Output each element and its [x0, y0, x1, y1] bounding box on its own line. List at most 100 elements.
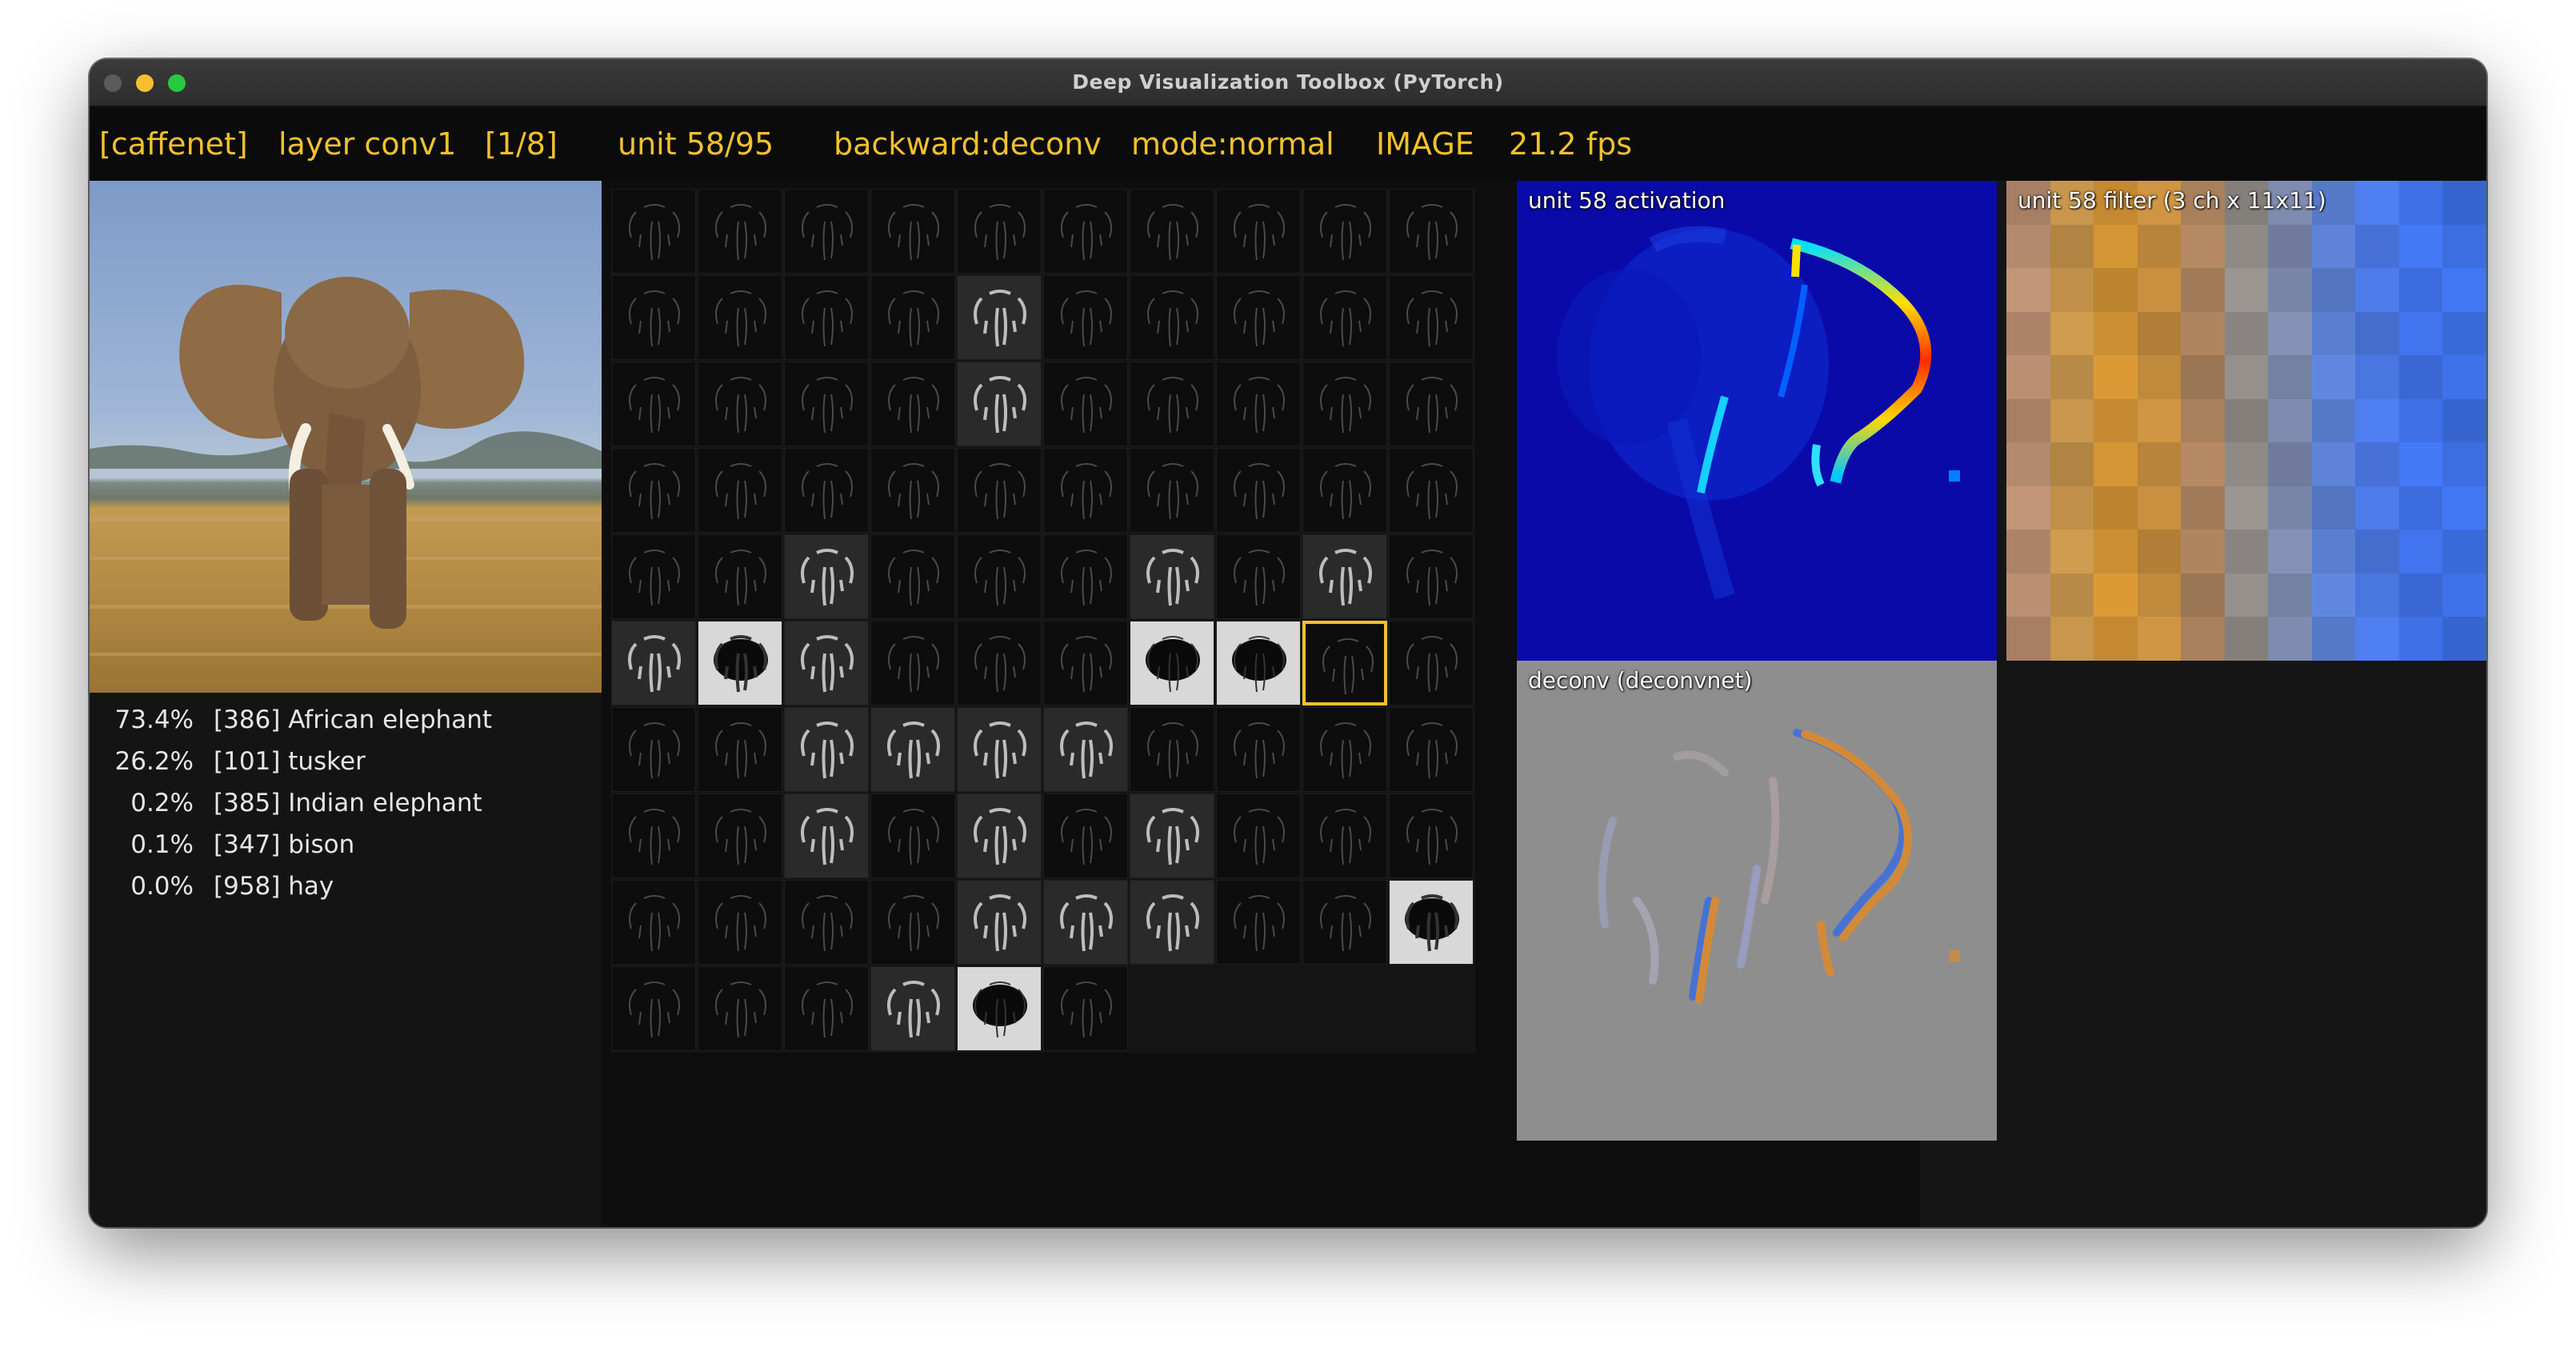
unit-tile[interactable]: [611, 880, 696, 965]
unit-tile[interactable]: [1302, 793, 1387, 878]
unit-tile[interactable]: [698, 275, 782, 360]
unit-tile[interactable]: [611, 621, 696, 705]
unit-tile[interactable]: [784, 793, 869, 878]
unit-tile[interactable]: [1130, 362, 1214, 446]
unit-tile[interactable]: [870, 966, 955, 1051]
unit-tile[interactable]: [957, 534, 1042, 619]
unit-tile[interactable]: [1130, 793, 1214, 878]
unit-tile[interactable]: [784, 189, 869, 274]
unit-tile[interactable]: [1302, 275, 1387, 360]
unit-tile[interactable]: [1043, 707, 1128, 792]
unit-tile[interactable]: [611, 534, 696, 619]
unit-tile[interactable]: [1302, 189, 1387, 274]
unit-tile[interactable]: [1130, 189, 1214, 274]
unit-tile[interactable]: [1130, 448, 1214, 533]
unit-tile[interactable]: [957, 880, 1042, 965]
unit-tile[interactable]: [611, 966, 696, 1051]
unit-tile[interactable]: [870, 707, 955, 792]
unit-tile[interactable]: [1043, 534, 1128, 619]
unit-tile[interactable]: [1216, 707, 1301, 792]
unit-tile[interactable]: [1302, 534, 1387, 619]
unit-tile[interactable]: [611, 362, 696, 446]
unit-tile[interactable]: [1216, 189, 1301, 274]
filter-cell: [2355, 224, 2400, 269]
unit-tile[interactable]: [957, 189, 1042, 274]
unit-tile[interactable]: [784, 362, 869, 446]
unit-tile[interactable]: [957, 362, 1042, 446]
unit-tile[interactable]: [1130, 621, 1214, 705]
unit-tile[interactable]: [870, 362, 955, 446]
unit-tile[interactable]: [1043, 362, 1128, 446]
unit-tile[interactable]: [611, 448, 696, 533]
unit-tile[interactable]: [698, 966, 782, 1051]
unit-tile[interactable]: [957, 621, 1042, 705]
unit-tile[interactable]: [870, 621, 955, 705]
unit-tile[interactable]: [611, 275, 696, 360]
unit-tile[interactable]: [611, 707, 696, 792]
input-image[interactable]: [90, 181, 602, 693]
status-layer: layer conv1: [278, 126, 457, 162]
unit-tile[interactable]: [870, 275, 955, 360]
unit-tile[interactable]: [784, 621, 869, 705]
unit-tile[interactable]: [1130, 880, 1214, 965]
unit-tile[interactable]: [698, 793, 782, 878]
unit-tile[interactable]: [1216, 534, 1301, 619]
unit-tile[interactable]: [1302, 707, 1387, 792]
unit-tile[interactable]: [1389, 448, 1474, 533]
unit-tile[interactable]: [698, 448, 782, 533]
unit-tile[interactable]: [1043, 448, 1128, 533]
filter-cell: [2398, 398, 2443, 443]
unit-tile[interactable]: [611, 189, 696, 274]
unit-tile[interactable]: [1043, 966, 1128, 1051]
unit-tile[interactable]: [698, 621, 782, 705]
unit-tile[interactable]: [1130, 534, 1214, 619]
unit-tile[interactable]: [698, 880, 782, 965]
unit-tile[interactable]: [1216, 793, 1301, 878]
unit-tile[interactable]: [1216, 362, 1301, 446]
unit-tile[interactable]: [698, 362, 782, 446]
unit-tile[interactable]: [1043, 189, 1128, 274]
unit-tile[interactable]: [957, 793, 1042, 878]
unit-tile[interactable]: [1216, 880, 1301, 965]
unit-tile[interactable]: [957, 275, 1042, 360]
unit-tile[interactable]: [1389, 362, 1474, 446]
unit-tile[interactable]: [1216, 275, 1301, 360]
unit-tile[interactable]: [1216, 448, 1301, 533]
unit-tile[interactable]: [870, 448, 955, 533]
unit-tile[interactable]: [870, 189, 955, 274]
unit-tile[interactable]: [784, 448, 869, 533]
unit-tile[interactable]: [1389, 621, 1474, 705]
unit-tile[interactable]: [957, 966, 1042, 1051]
unit-tile[interactable]: [870, 793, 955, 878]
unit-tile[interactable]: [611, 793, 696, 878]
unit-tile[interactable]: [784, 966, 869, 1051]
unit-tile[interactable]: [957, 707, 1042, 792]
unit-tile[interactable]: [698, 534, 782, 619]
unit-tile[interactable]: [1302, 362, 1387, 446]
unit-tile[interactable]: [698, 189, 782, 274]
unit-tile[interactable]: [1043, 880, 1128, 965]
unit-tile[interactable]: [957, 448, 1042, 533]
unit-tile[interactable]: [784, 275, 869, 360]
unit-tile[interactable]: [1389, 534, 1474, 619]
unit-tile[interactable]: [1389, 275, 1474, 360]
unit-tile[interactable]: [1130, 707, 1214, 792]
unit-tile[interactable]: [870, 534, 955, 619]
unit-tile[interactable]: [1302, 621, 1387, 705]
unit-tile[interactable]: [870, 880, 955, 965]
unit-tile[interactable]: [1130, 275, 1214, 360]
unit-tile[interactable]: [1302, 880, 1387, 965]
unit-tile[interactable]: [1043, 621, 1128, 705]
unit-tile[interactable]: [1043, 793, 1128, 878]
unit-tile[interactable]: [1216, 621, 1301, 705]
unit-tile[interactable]: [784, 534, 869, 619]
unit-tile[interactable]: [1389, 880, 1474, 965]
unit-tile[interactable]: [784, 707, 869, 792]
unit-tile[interactable]: [1389, 189, 1474, 274]
unit-tile[interactable]: [698, 707, 782, 792]
unit-tile[interactable]: [1389, 793, 1474, 878]
unit-tile[interactable]: [1043, 275, 1128, 360]
unit-tile[interactable]: [784, 880, 869, 965]
unit-tile[interactable]: [1389, 707, 1474, 792]
unit-tile[interactable]: [1302, 448, 1387, 533]
